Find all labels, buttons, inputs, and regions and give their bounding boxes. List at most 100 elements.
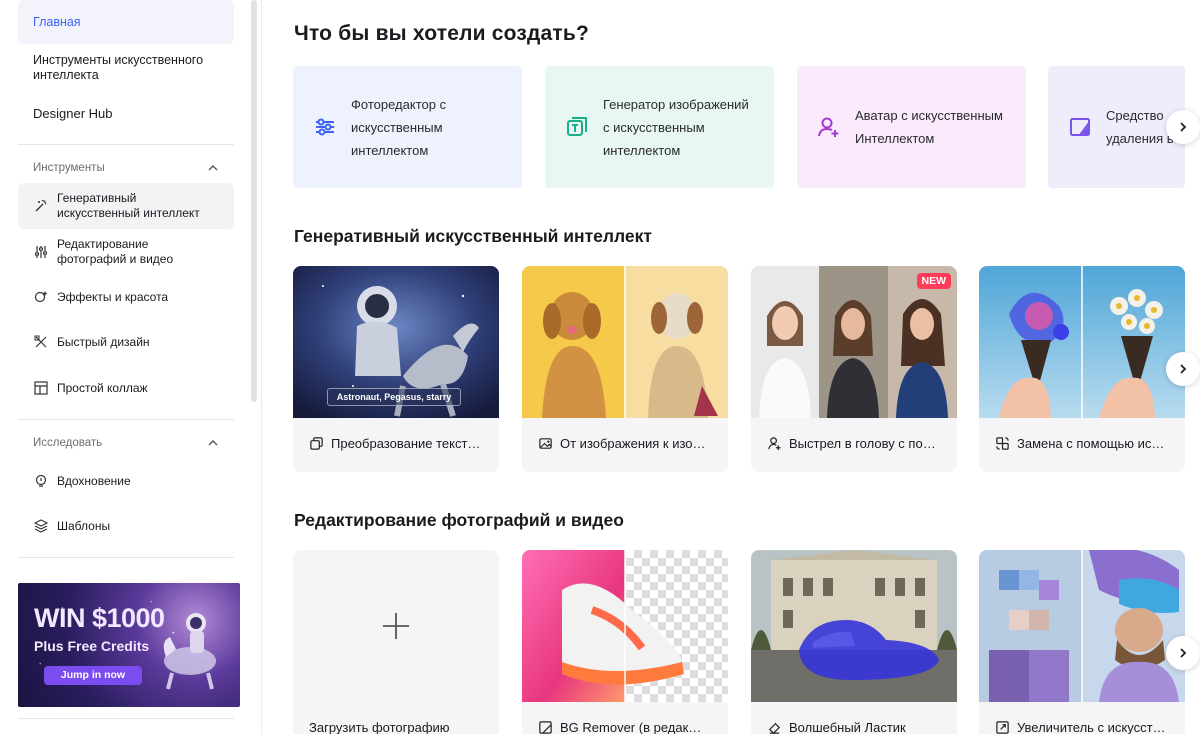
tool-card-caption: Увеличитель с искусст…	[995, 720, 1166, 734]
tool-card-text-to-image[interactable]: Astronaut, Pegasus, starry Преобразовани…	[293, 266, 499, 472]
tool-card-headshot[interactable]: NEW Выстрел в голову с по…	[751, 266, 957, 472]
tool-card-caption: Выстрел в голову с по…	[767, 436, 936, 451]
user-plus-icon	[818, 117, 839, 137]
promo-banner[interactable]: WIN $1000 Plus Free Credits Jump in now	[18, 583, 240, 707]
image-icon	[539, 438, 552, 449]
sidebar-divider	[18, 419, 234, 420]
chevron-up-icon	[208, 440, 218, 446]
sidebar-item-templates[interactable]: Шаблоны	[18, 504, 234, 548]
sparkle-icon	[34, 291, 48, 303]
tool-card-caption: BG Remover (в редак…	[538, 720, 701, 734]
promo-title: WIN $1000	[34, 603, 165, 633]
sidebar-item-label: Шаблоны	[57, 518, 111, 533]
tools-section-title: Инструменты	[33, 162, 105, 174]
tool-card-caption: Волшебный Ластик	[767, 720, 906, 734]
category-card-ai-avatar[interactable]: Аватар с искусственным Интеллектом	[797, 66, 1026, 188]
promo-button[interactable]: Jump in now	[44, 666, 142, 685]
tool-card-label: Преобразование текст…	[331, 436, 481, 451]
eraser-icon	[768, 722, 781, 734]
chevron-up-icon	[208, 165, 218, 171]
sidebar: Главная Инструменты искусственного интел…	[0, 0, 262, 734]
tool-card-bg-remover[interactable]: BG Remover (в редак…	[522, 550, 728, 734]
section-title-generative-ai: Генеративный искусственный интеллект	[294, 226, 652, 246]
category-card-image-generator[interactable]: Генератор изображений с искусственным ин…	[545, 66, 774, 188]
tool-card-image-to-image[interactable]: От изображения к изо…	[522, 266, 728, 472]
upscale-icon	[996, 721, 1009, 734]
layers-icon	[33, 519, 49, 533]
sidebar-item-quick-design[interactable]: Быстрый дизайн	[18, 320, 234, 364]
category-label: Генератор изображений с искусственным ин…	[603, 96, 749, 158]
photo-next-button[interactable]	[1166, 636, 1200, 670]
sidebar-item-label: Редактирование фотографий и видео	[57, 237, 174, 266]
tool-card-ai-replace[interactable]: Замена с помощью ис…	[979, 266, 1185, 472]
sidebar-item-designer-hub[interactable]: Designer Hub	[18, 98, 234, 128]
sidebar-item-label: Вдохновение	[57, 473, 131, 488]
sidebar-divider	[18, 144, 234, 145]
sidebar-item-ai-tools[interactable]: Инструменты искусственного интеллекта	[18, 52, 234, 84]
skier-upscale-image	[979, 550, 1185, 702]
sidebar-item-label: Designer Hub	[33, 105, 113, 121]
plus-icon	[383, 613, 409, 639]
sidebar-item-effects-beauty[interactable]: Эффекты и красота	[18, 275, 234, 319]
categories-next-button[interactable]	[1166, 110, 1200, 144]
tool-card-label: Волшебный Ластик	[789, 720, 906, 734]
page-title: Что бы вы хотели создать?	[294, 22, 590, 45]
sidebar-divider	[18, 557, 234, 558]
text-image-icon	[567, 117, 587, 136]
crop-icon	[539, 721, 552, 734]
tool-card-caption: Загрузить фотографию	[309, 720, 450, 734]
tools-section-toggle[interactable]: Инструменты	[18, 158, 234, 178]
sidebar-item-label: Быстрый дизайн	[57, 334, 150, 349]
design-tools-icon	[34, 335, 47, 348]
tool-card-label: От изображения к изо…	[560, 436, 706, 451]
main-content: Что бы вы хотели создать? Фоторедактор с…	[263, 0, 1200, 734]
explore-section-title: Исследовать	[33, 437, 103, 449]
chevron-right-icon	[1180, 122, 1187, 132]
prompt-overlay: Astronaut, Pegasus, starry	[327, 388, 461, 406]
tool-card-caption: Преобразование текст…	[309, 436, 480, 451]
category-card-photo-editor[interactable]: Фоторедактор с искусственным интеллектом	[293, 66, 522, 188]
ice-cream-replace-image	[979, 266, 1185, 418]
sidebar-item-inspiration[interactable]: Вдохновение	[18, 459, 234, 503]
tool-card-label: Выстрел в голову с по…	[789, 436, 936, 451]
tool-card-upscaler[interactable]: Увеличитель с искусст…	[979, 550, 1185, 734]
gen-ai-next-button[interactable]	[1166, 352, 1200, 386]
tool-card-label: Замена с помощью ис…	[1017, 436, 1165, 451]
sliders-icon	[35, 246, 47, 258]
sidebar-item-label: Эффекты и красота	[57, 289, 169, 304]
sidebar-item-label: Простой коллаж	[57, 380, 148, 395]
sidebar-item-generative-ai[interactable]: Генеративный искусственный интеллект	[18, 183, 234, 229]
section-title-photo-video: Редактирование фотографий и видео	[294, 510, 624, 530]
tool-card-caption: Замена с помощью ис…	[995, 436, 1164, 451]
sneaker-bg-remove-image	[522, 550, 728, 702]
sidebar-item-label: Генеративный искусственный интеллект	[57, 191, 200, 220]
sidebar-item-label: Инструменты искусственного интеллекта	[33, 53, 204, 82]
sliders-icon	[316, 118, 334, 136]
chevron-right-icon	[1180, 648, 1187, 658]
category-card-remover[interactable]: Средство удаления в	[1048, 66, 1185, 188]
sidebar-item-home[interactable]: Главная	[18, 0, 234, 44]
sidebar-item-label: Главная	[33, 14, 81, 29]
tool-card-caption: От изображения к изо…	[538, 436, 706, 451]
eraser-panel-icon	[1070, 118, 1090, 136]
tool-card-label: Загрузить фотографию	[309, 720, 450, 734]
user-plus-icon	[768, 437, 781, 451]
dog-comparison-image	[522, 266, 728, 418]
sidebar-divider	[18, 718, 234, 719]
swap-icon	[996, 437, 1009, 450]
astronaut-pegasus-image: Astronaut, Pegasus, starry	[293, 266, 499, 418]
new-badge: NEW	[916, 273, 951, 289]
tool-card-magic-eraser[interactable]: Волшебный Ластик	[751, 550, 957, 734]
category-label: Аватар с искусственным Интеллектом	[855, 108, 1003, 146]
tool-card-label: BG Remover (в редак…	[560, 720, 702, 734]
tool-card-upload-photo[interactable]: Загрузить фотографию	[293, 550, 499, 734]
sidebar-scrollbar[interactable]	[251, 0, 257, 402]
chevron-right-icon	[1180, 364, 1187, 374]
promo-subtitle: Plus Free Credits	[34, 638, 150, 654]
category-label: Фоторедактор с искусственным интеллектом	[351, 96, 447, 158]
explore-section-toggle[interactable]: Исследовать	[18, 433, 234, 453]
tool-card-label: Увеличитель с искусст…	[1017, 720, 1166, 734]
sidebar-item-photo-video[interactable]: Редактирование фотографий и видео	[18, 229, 234, 275]
lightbulb-icon	[35, 474, 47, 487]
sidebar-item-collage[interactable]: Простой коллаж	[18, 366, 234, 410]
